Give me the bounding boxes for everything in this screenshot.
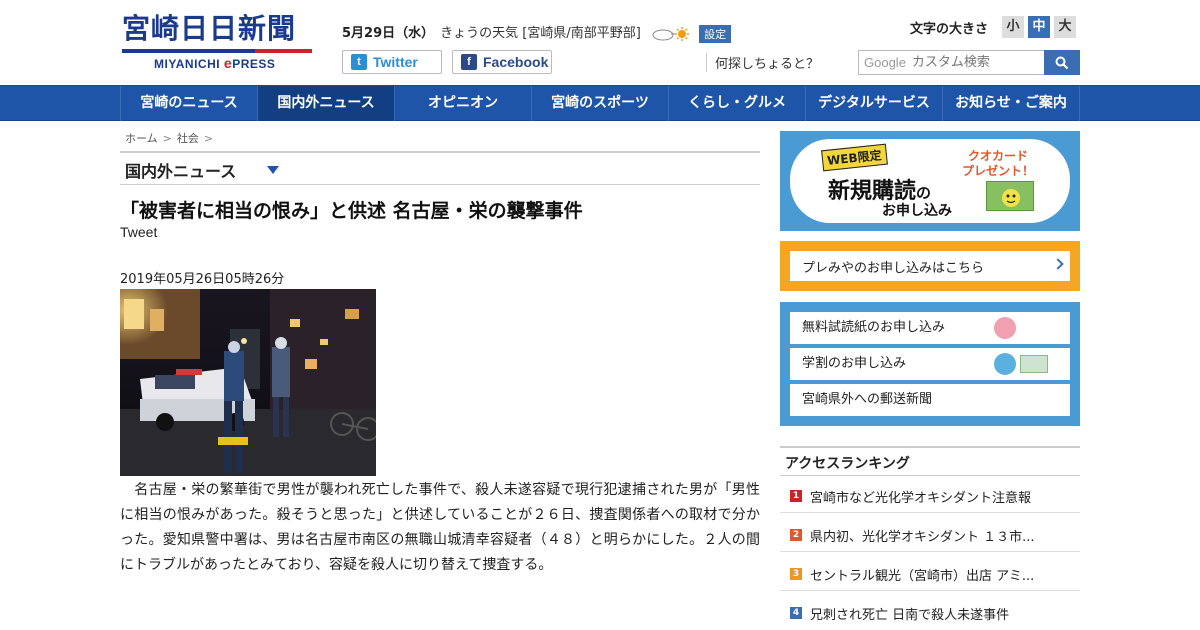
nav-life-gourmet[interactable]: くらし・グルメ	[668, 86, 805, 121]
site-logo[interactable]: 宮崎日日新聞 MIYANICHI ePRESS	[122, 12, 314, 74]
font-size-small-button[interactable]: 小	[1002, 16, 1025, 38]
mail-delivery-link[interactable]: 宮崎県外への郵送新聞	[790, 384, 1070, 416]
search-question-label: 何探しちょると？	[706, 53, 819, 72]
premiya-banner[interactable]: プレみやのお申し込みはこちら	[780, 241, 1080, 291]
nav-info[interactable]: お知らせ・ご案内	[942, 86, 1080, 121]
banner-application: お申し込み	[882, 203, 952, 219]
rank-number: 3	[790, 568, 802, 580]
ranking-item[interactable]: 1 宮崎市など光化学オキシダント注意報	[780, 477, 1080, 513]
school-building-icon	[1020, 355, 1048, 373]
weather-setting-button[interactable]: 設定	[699, 24, 732, 43]
breadcrumb-home[interactable]: ホーム	[125, 132, 158, 145]
search-box: Google	[858, 50, 1080, 75]
ranking-title: アクセスランキング	[785, 456, 910, 472]
facebook-button[interactable]: f Facebook	[452, 50, 552, 74]
font-size-medium-button[interactable]: 中	[1028, 16, 1051, 38]
font-size-selector: 文字の大きさ 小 中 大	[910, 16, 1077, 38]
search-icon	[1055, 56, 1069, 69]
google-brand: Google	[864, 55, 906, 70]
web-limited-badge: WEB限定	[821, 143, 888, 172]
dropdown-triangle-icon	[267, 166, 279, 174]
service-links-panel: 無料試読紙のお申し込み 学割のお申し込み 宮崎県外への郵送新聞	[780, 302, 1080, 426]
current-date: 5月29日（水）	[342, 26, 435, 41]
ranking-item-text: セントラル観光（宮崎市）出店 アミ...	[810, 569, 1035, 584]
date-weather-line: 5月29日（水） きょうの天気 [宮崎県/南部平野部] 設定	[342, 22, 732, 43]
rank-number: 1	[790, 490, 802, 502]
facebook-icon: f	[461, 54, 477, 70]
article-body: 名古屋・栄の繁華街で男性が襲われ死亡した事件で、殺人未遂容疑で現行犯逮捕された男…	[120, 482, 760, 573]
premiya-label: プレみやのお申し込みはこちら	[802, 260, 985, 276]
mascot-icon	[994, 353, 1016, 375]
subscription-banner[interactable]: WEB限定 新規購読の お申し込み クオカード プレゼント！	[780, 131, 1080, 231]
mascot-icon	[994, 317, 1016, 339]
article-title: 「被害者に相当の恨み」と供述 名古屋・栄の襲撃事件	[120, 200, 583, 222]
chevron-right-icon: >	[162, 132, 172, 145]
quo-card-icon	[986, 181, 1034, 211]
student-discount-link[interactable]: 学割のお申し込み	[790, 348, 1070, 380]
ranking-item-text: 宮崎市など光化学オキシダント注意報	[810, 491, 1032, 506]
ranking-item[interactable]: 4 兄刺され死亡 日南で殺人未遂事件	[780, 594, 1080, 630]
ranking-header: アクセスランキング	[780, 446, 1080, 476]
ranking-item-text: 兄刺され死亡 日南で殺人未遂事件	[810, 608, 1010, 623]
main-nav: 宮崎のニュース 国内外ニュース オピニオン 宮崎のスポーツ くらし・グルメ デジ…	[0, 85, 1200, 121]
free-trial-link[interactable]: 無料試読紙のお申し込み	[790, 312, 1070, 344]
twitter-button[interactable]: t Twitter	[342, 50, 442, 74]
nav-sports[interactable]: 宮崎のスポーツ	[531, 86, 668, 121]
article-photo	[120, 289, 376, 476]
article-date: 2019年05月26日05時26分	[120, 272, 285, 287]
nav-domestic-intl-news[interactable]: 国内外ニュース	[257, 86, 394, 121]
night-street-scene-image	[120, 289, 376, 476]
breadcrumb: ホーム > 社会 >	[125, 130, 218, 146]
ranking-item[interactable]: 2 県内初、光化学オキシダント １３市...	[780, 516, 1080, 552]
font-size-large-button[interactable]: 大	[1054, 16, 1077, 38]
cloudy-sunny-icon	[652, 26, 689, 41]
site-header: 宮崎日日新聞 MIYANICHI ePRESS 5月29日（水） きょうの天気 […	[0, 0, 1200, 85]
logo-title: 宮崎日日新聞	[122, 12, 297, 45]
nav-digital-services[interactable]: デジタルサービス	[805, 86, 942, 121]
font-size-label: 文字の大きさ	[910, 21, 989, 37]
section-header[interactable]: 国内外ニュース	[120, 151, 760, 185]
weather-label[interactable]: きょうの天気 [宮崎県/南部平野部]	[440, 26, 641, 41]
breadcrumb-society[interactable]: 社会	[177, 132, 199, 145]
nav-miyazaki-news[interactable]: 宮崎のニュース	[120, 86, 257, 121]
chevron-right-icon: >	[203, 132, 214, 145]
section-title: 国内外ニュース	[125, 162, 237, 181]
chevron-right-icon	[1052, 258, 1064, 270]
logo-subtitle: MIYANICHI ePRESS	[154, 55, 276, 71]
ranking-item-text: 県内初、光化学オキシダント １３市...	[810, 530, 1035, 545]
nav-opinion[interactable]: オピニオン	[394, 86, 531, 121]
logo-bar	[122, 49, 312, 53]
rank-number: 4	[790, 607, 802, 619]
rank-number: 2	[790, 529, 802, 541]
twitter-icon: t	[351, 54, 367, 70]
tweet-link[interactable]: Tweet	[120, 224, 157, 240]
ranking-item[interactable]: 3 セントラル観光（宮崎市）出店 アミ...	[780, 555, 1080, 591]
search-button[interactable]	[1044, 50, 1080, 75]
quo-card-present-text: クオカード プレゼント！	[962, 149, 1035, 178]
